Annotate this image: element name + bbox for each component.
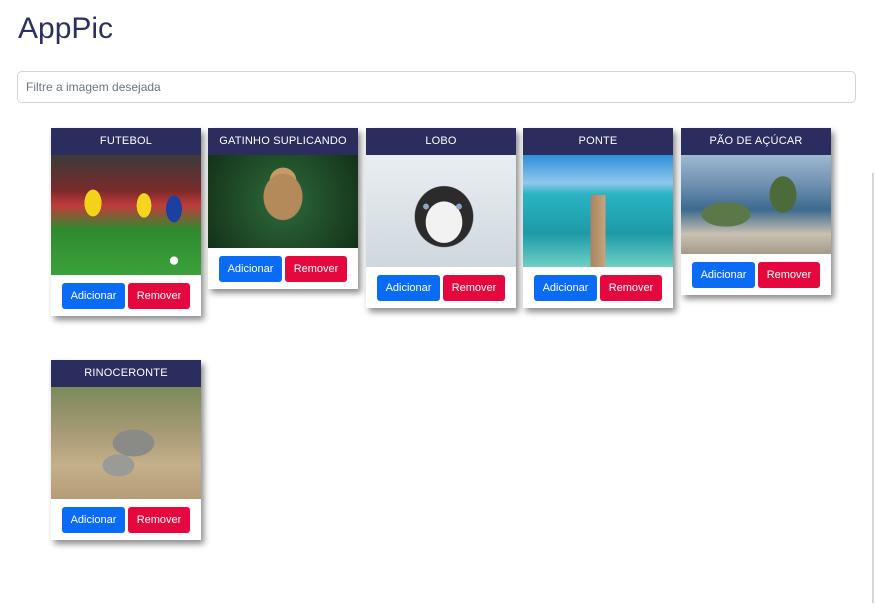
card-title: PÃO DE AÇÚCAR	[681, 128, 831, 155]
remove-button[interactable]: Remover	[285, 255, 347, 282]
card-image	[523, 155, 673, 267]
card-actions: Adicionar Remover	[366, 267, 516, 308]
add-button[interactable]: Adicionar	[377, 274, 440, 301]
remove-button[interactable]: Remover	[128, 506, 190, 533]
add-button[interactable]: Adicionar	[219, 255, 282, 282]
card-image	[208, 155, 358, 248]
add-button[interactable]: Adicionar	[534, 274, 597, 301]
remove-button[interactable]: Remover	[600, 274, 662, 301]
card-title: RINOCERONTE	[51, 360, 201, 387]
card-image	[366, 155, 516, 267]
card-title: FUTEBOL	[51, 128, 201, 155]
card-actions: Adicionar Remover	[208, 248, 358, 289]
image-card-ponte: PONTE Adicionar Remover	[523, 128, 673, 308]
image-card-lobo: LOBO Adicionar Remover	[366, 128, 516, 308]
card-actions: Adicionar Remover	[681, 254, 831, 295]
add-button[interactable]: Adicionar	[62, 506, 125, 533]
card-actions: Adicionar Remover	[523, 267, 673, 308]
card-title: GATINHO SUPLICANDO	[208, 128, 358, 155]
image-card-rinoceronte: RINOCERONTE Adicionar Remover	[51, 360, 201, 540]
image-card-futebol: FUTEBOL Adicionar Remover	[51, 128, 201, 316]
image-card-gatinho-suplicando: GATINHO SUPLICANDO Adicionar Remover	[208, 128, 358, 289]
image-card-pao-de-acucar: PÃO DE AÇÚCAR Adicionar Remover	[681, 128, 831, 295]
add-button[interactable]: Adicionar	[692, 261, 755, 288]
card-title: LOBO	[366, 128, 516, 155]
card-actions: Adicionar Remover	[51, 275, 201, 316]
card-title: PONTE	[523, 128, 673, 155]
image-filter-input[interactable]	[17, 71, 856, 103]
remove-button[interactable]: Remover	[128, 282, 190, 309]
card-image	[51, 387, 201, 499]
scrollbar[interactable]	[872, 173, 874, 603]
remove-button[interactable]: Remover	[443, 274, 505, 301]
card-image	[681, 155, 831, 254]
remove-button[interactable]: Remover	[758, 261, 820, 288]
add-button[interactable]: Adicionar	[62, 282, 125, 309]
card-image	[51, 155, 201, 275]
card-actions: Adicionar Remover	[51, 499, 201, 540]
app-title: AppPic	[18, 12, 114, 45]
